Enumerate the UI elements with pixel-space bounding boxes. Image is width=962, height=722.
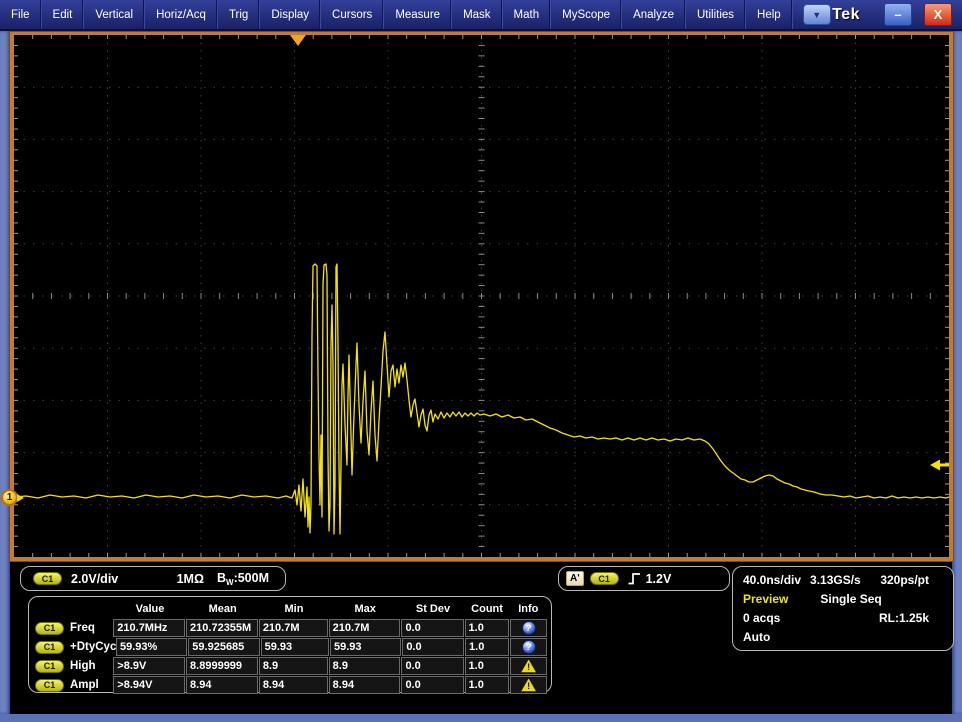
measurement-row-ampl: C1 Ampl >8.94V 8.94 8.94 8.94 0.0 1.0 ! xyxy=(33,676,547,694)
timebase: 40.0ns/div xyxy=(743,573,801,587)
menu-mask[interactable]: Mask xyxy=(452,0,502,29)
col-header-info: Info xyxy=(510,603,547,615)
channel-1-label: 1 xyxy=(7,492,13,503)
cell-count: 1.0 xyxy=(465,619,510,637)
col-header-min: Min xyxy=(259,603,329,615)
source-badge: C1 xyxy=(35,622,64,635)
measurement-name: High xyxy=(70,660,96,672)
menu-overflow-button[interactable]: ▼ xyxy=(803,4,831,25)
measurement-row-high: C1 High >8.9V 8.8999999 8.9 8.9 0.0 1.0 ! xyxy=(33,657,547,675)
measurement-name: Freq xyxy=(70,622,95,634)
minimize-button[interactable]: – xyxy=(884,3,912,26)
cell-min: 59.93 xyxy=(261,638,329,656)
cell-mean: 8.94 xyxy=(186,676,258,694)
channel-readout-panel[interactable]: C1 2.0V/div 1MΩ BW:500M xyxy=(20,566,286,591)
cell-min: 8.94 xyxy=(259,676,328,694)
col-header-value: Value xyxy=(114,603,187,615)
info-question-icon[interactable]: ? xyxy=(522,640,536,654)
graticule-frame xyxy=(10,32,953,561)
acquisition-mode: Single Seq xyxy=(820,592,881,606)
close-button[interactable]: X xyxy=(924,3,952,26)
chevron-down-icon: ▼ xyxy=(812,10,821,20)
cell-count: 1.0 xyxy=(465,657,510,675)
acquisition-count: 0 acqs xyxy=(743,611,780,625)
menu-cursors[interactable]: Cursors xyxy=(321,0,384,29)
col-header-mean: Mean xyxy=(186,603,259,615)
channel-badge: C1 xyxy=(33,572,62,585)
close-icon: X xyxy=(934,7,943,22)
source-badge: C1 xyxy=(35,679,64,692)
cell-stdev: 0.0 xyxy=(401,676,463,694)
trigger-level: 1.2V xyxy=(646,572,672,586)
cell-count: 1.0 xyxy=(465,676,510,694)
source-badge: C1 xyxy=(35,641,64,654)
trigger-readout-panel[interactable]: A' C1 1.2V xyxy=(558,566,730,591)
tek-logo: Tek xyxy=(832,6,860,24)
col-header-stdev: St Dev xyxy=(402,603,465,615)
cell-mean: 8.8999999 xyxy=(186,657,258,675)
info-question-icon[interactable]: ? xyxy=(522,621,536,635)
measurement-name: Ampl xyxy=(70,679,99,691)
cell-max: 59.93 xyxy=(330,638,401,656)
menu-utilities[interactable]: Utilities xyxy=(686,0,746,29)
rising-edge-icon xyxy=(627,571,642,586)
menu-trig[interactable]: Trig xyxy=(218,0,260,29)
bandwidth: BW:500M xyxy=(217,571,269,587)
menu-file[interactable]: File xyxy=(0,0,42,29)
waveform-display xyxy=(14,35,949,557)
horizontal-readout-panel[interactable]: 40.0ns/div 3.13GS/s 320ps/pt Preview Sin… xyxy=(732,566,954,651)
channel-1-ground-marker[interactable]: 1 xyxy=(1,489,18,506)
resolution: 320ps/pt xyxy=(880,573,929,587)
cell-max: 8.94 xyxy=(329,676,401,694)
cell-stdev: 0.0 xyxy=(401,619,463,637)
menu-edit[interactable]: Edit xyxy=(42,0,85,29)
menu-measure[interactable]: Measure xyxy=(384,0,452,29)
cell-min: 210.7M xyxy=(259,619,328,637)
menu-vertical[interactable]: Vertical xyxy=(84,0,145,29)
cell-stdev: 0.0 xyxy=(402,638,464,656)
cell-min: 8.9 xyxy=(259,657,328,675)
trigger-mode: Auto xyxy=(743,630,770,644)
cell-count: 1.0 xyxy=(465,638,509,656)
sample-rate: 3.13GS/s xyxy=(810,573,861,587)
measurement-panel: Value Mean Min Max St Dev Count Info C1 F… xyxy=(28,596,552,693)
menu-horiz-acq[interactable]: Horiz/Acq xyxy=(145,0,218,29)
cell-max: 8.9 xyxy=(329,657,401,675)
info-warning-icon[interactable]: ! xyxy=(521,660,536,673)
cell-mean: 210.72355M xyxy=(186,619,258,637)
input-impedance: 1MΩ xyxy=(177,572,204,586)
measurement-name: +DtyCyc xyxy=(70,641,116,653)
menu-analyze[interactable]: Analyze xyxy=(622,0,686,29)
vertical-scale: 2.0V/div xyxy=(71,572,118,586)
tekscope-window: File Edit Vertical Horiz/Acq Trig Displa… xyxy=(0,0,962,722)
info-warning-icon[interactable]: ! xyxy=(521,679,536,692)
window-left-edge xyxy=(0,31,10,714)
menu-bar: File Edit Vertical Horiz/Acq Trig Displa… xyxy=(0,0,962,31)
record-length: RL:1.25k xyxy=(879,611,929,625)
col-header-max: Max xyxy=(329,603,402,615)
cell-max: 210.7M xyxy=(329,619,401,637)
cell-mean: 59.925685 xyxy=(188,638,259,656)
menu-myscope[interactable]: MyScope xyxy=(551,0,622,29)
col-header-count: Count xyxy=(464,603,509,615)
measurement-row-dtycyc: C1 +DtyCyc 59.93% 59.925685 59.93 59.93 0… xyxy=(33,638,547,656)
window-bottom-edge xyxy=(0,714,962,722)
preview-status: Preview xyxy=(743,592,788,606)
trigger-position-marker xyxy=(290,35,306,46)
trigger-channel-badge: C1 xyxy=(590,572,619,585)
minimize-icon: – xyxy=(894,7,901,22)
source-badge: C1 xyxy=(35,660,64,673)
cell-value: 59.93% xyxy=(116,638,187,656)
cell-stdev: 0.0 xyxy=(401,657,463,675)
trigger-source-badge: A' xyxy=(566,571,584,586)
trigger-level-arrow xyxy=(930,460,949,471)
cell-value: >8.9V xyxy=(113,657,185,675)
menu-math[interactable]: Math xyxy=(503,0,552,29)
measurement-header-row: Value Mean Min Max St Dev Count Info xyxy=(33,599,547,618)
cell-value: 210.7MHz xyxy=(113,619,185,637)
menu-help[interactable]: Help xyxy=(746,0,793,29)
measurement-row-freq: C1 Freq 210.7MHz 210.72355M 210.7M 210.7M… xyxy=(33,619,547,637)
cell-value: >8.94V xyxy=(113,676,185,694)
menu-display[interactable]: Display xyxy=(260,0,321,29)
